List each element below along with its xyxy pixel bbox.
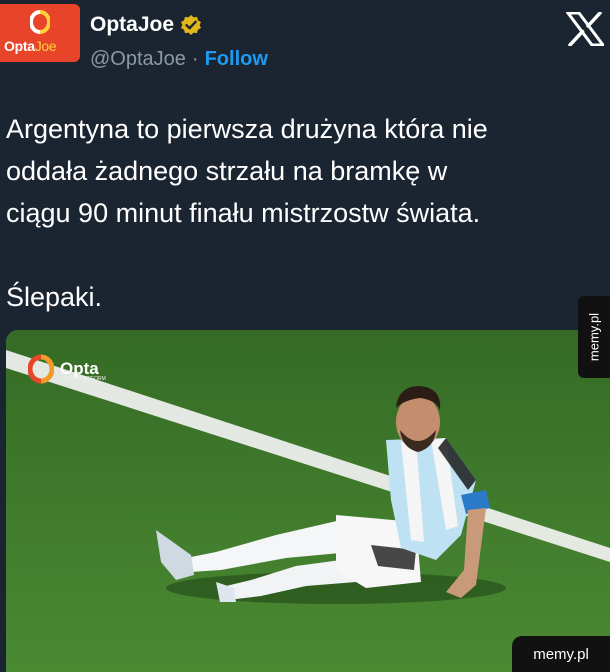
opta-badge: Opta STATS PERFORM: [28, 354, 106, 384]
watermark-side: memy.pl: [578, 296, 610, 378]
separator-dot: ·: [191, 48, 199, 70]
opta-logo-icon: [28, 354, 54, 384]
tweet-image[interactable]: Opta STATS PERFORM: [6, 330, 610, 672]
watermark-bottom: memy.pl: [512, 636, 610, 672]
tweet-paragraph-2: Ślepaki.: [6, 282, 103, 312]
handle[interactable]: @OptaJoe: [90, 48, 186, 71]
x-logo-icon[interactable]: [566, 12, 604, 46]
watermark-side-text: memy.pl: [586, 312, 602, 362]
tweet-header: OptaJoe OptaJoe @OptaJoe · Follow: [0, 0, 610, 80]
tweet-paragraph-1: Argentyna to pierwsza drużyna która nie …: [6, 114, 488, 228]
opta-logo-icon: [30, 10, 50, 34]
opta-badge-sub: STATS PERFORM: [64, 376, 106, 382]
avatar[interactable]: OptaJoe: [0, 4, 80, 62]
name-row: OptaJoe: [90, 10, 202, 40]
watermark-bottom-text: memy.pl: [533, 645, 589, 663]
handle-row: @OptaJoe · Follow: [90, 48, 268, 71]
avatar-label: OptaJoe: [4, 38, 57, 54]
follow-button[interactable]: Follow: [205, 48, 268, 71]
tweet-text: Argentyna to pierwsza drużyna która nie …: [6, 108, 606, 318]
display-name[interactable]: OptaJoe: [90, 13, 174, 37]
verified-icon: [181, 15, 202, 35]
